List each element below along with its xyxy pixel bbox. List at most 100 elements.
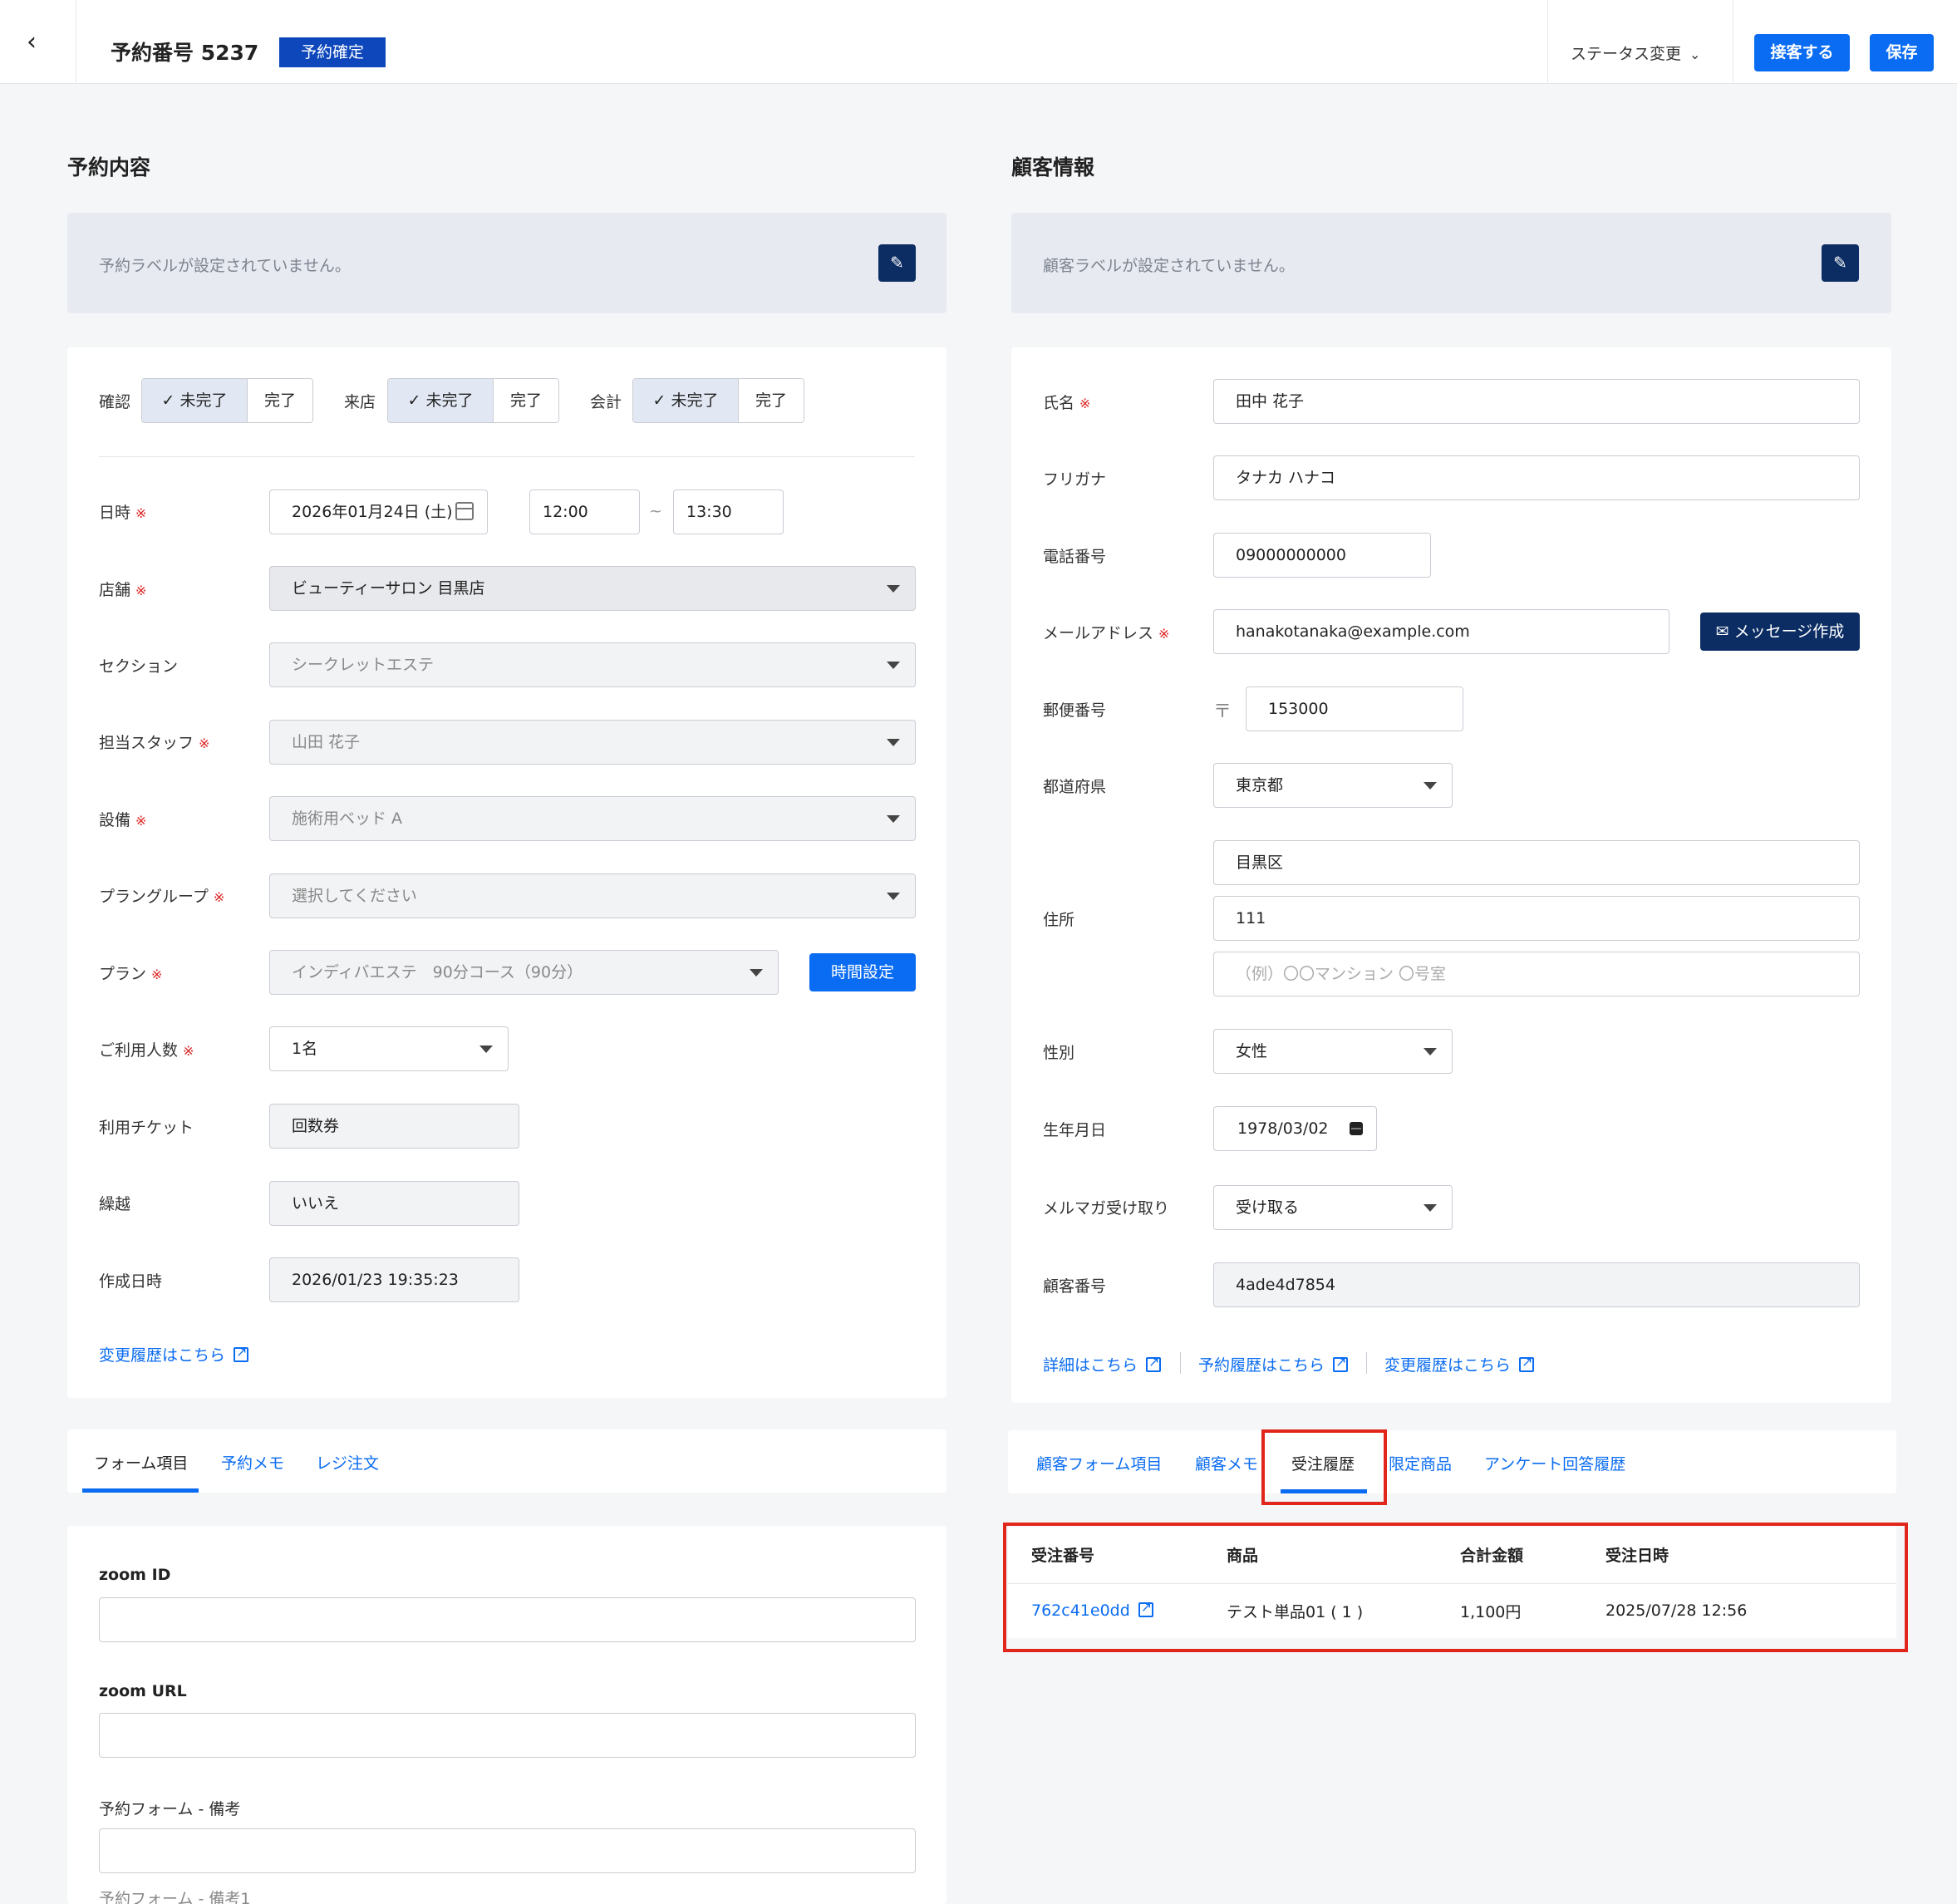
email-input[interactable]: hanakotanaka@example.com — [1213, 609, 1669, 654]
time-setting-button[interactable]: 時間設定 — [809, 953, 916, 991]
plan-group-label: プラングループ ※ — [99, 888, 225, 906]
equipment-select[interactable]: 施術用ベッド A — [269, 796, 916, 841]
reservation-heading: 予約内容 — [67, 155, 151, 180]
confirm-incomplete-option[interactable]: ✓ 未完了 — [142, 379, 248, 422]
carryover-value: いいえ — [269, 1181, 519, 1226]
caret-down-icon — [887, 585, 900, 593]
plan-group-select[interactable]: 選択してください — [269, 873, 916, 918]
zoom-url-label: zoom URL — [99, 1682, 187, 1700]
tab-customer-memo[interactable]: 顧客メモ — [1195, 1452, 1258, 1474]
reservation-label-panel: 予約ラベルが設定されていません。 ✎ — [67, 213, 947, 313]
payment-complete-option[interactable]: 完了 — [739, 379, 804, 422]
ticket-value: 回数券 — [269, 1104, 519, 1149]
phone-input[interactable]: 09000000000 — [1213, 533, 1431, 578]
zoom-id-input[interactable] — [99, 1597, 916, 1642]
reception-button[interactable]: 接客する — [1754, 34, 1850, 71]
edit-reservation-label-button[interactable]: ✎ — [878, 244, 916, 282]
top-header: ‹ 予約番号 5237 予約確定 ステータス変更 ⌄ 接客する 保存 — [0, 0, 1957, 84]
people-select[interactable]: 1名 — [269, 1026, 509, 1071]
section-divider — [99, 456, 915, 457]
visit-complete-option[interactable]: 完了 — [494, 379, 558, 422]
kana-input[interactable]: タナカ ハナコ — [1213, 455, 1860, 500]
change-history-link[interactable]: 変更履歴はこちら — [1384, 1353, 1535, 1375]
required-mark: ※ — [199, 736, 210, 751]
customer-label-empty-text: 顧客ラベルが設定されていません。 — [1043, 257, 1295, 275]
time-range-separator: ~ — [649, 502, 662, 520]
required-mark: ※ — [135, 505, 147, 521]
visit-incomplete-option[interactable]: ✓ 未完了 — [388, 379, 494, 422]
note1-label: 予約フォーム - 備考1 — [99, 1890, 251, 1904]
address1-input[interactable]: 目黒区 — [1213, 840, 1860, 885]
carryover-label: 繰越 — [99, 1195, 131, 1213]
compose-message-button[interactable]: ✉ メッセージ作成 — [1700, 613, 1860, 651]
chevron-down-icon: ⌄ — [1689, 47, 1701, 62]
start-time-input[interactable]: 12:00 — [529, 490, 640, 534]
caret-down-icon — [1423, 1204, 1437, 1212]
birthday-input[interactable]: 1978/03/02 — [1213, 1106, 1377, 1151]
header-divider — [1547, 0, 1548, 84]
tab-limited-products[interactable]: 限定商品 — [1389, 1452, 1452, 1474]
confirm-complete-option[interactable]: 完了 — [248, 379, 312, 422]
plan-select[interactable]: インディバエステ 90分コース（90分） — [269, 950, 779, 995]
customer-card: 氏名 ※ 田中 花子 フリガナ タナカ ハナコ 電話番号 09000000000 … — [1011, 347, 1891, 1403]
tab-form-items[interactable]: フォーム項目 — [94, 1451, 188, 1474]
status-badge: 予約確定 — [279, 37, 386, 67]
caret-down-icon — [750, 969, 763, 977]
link-separator — [1180, 1352, 1181, 1374]
tab-register-order[interactable]: レジ注文 — [316, 1451, 379, 1474]
plan-label: プラン ※ — [99, 965, 163, 983]
required-mark: ※ — [135, 813, 147, 829]
note-label: 予約フォーム - 備考 — [99, 1800, 241, 1818]
active-tab-indicator — [82, 1488, 199, 1493]
created-label: 作成日時 — [99, 1272, 163, 1291]
postal-input[interactable]: 153000 — [1246, 686, 1463, 731]
store-select[interactable]: ビューティーサロン 目黒店 — [269, 566, 916, 611]
highlight-box-tab — [1261, 1429, 1387, 1505]
back-icon[interactable]: ‹ — [27, 30, 50, 55]
tab-customer-form-items[interactable]: 顧客フォーム項目 — [1036, 1452, 1162, 1474]
payment-label: 会計 — [590, 393, 622, 411]
caret-down-icon — [479, 1045, 493, 1053]
link-separator — [1366, 1352, 1367, 1374]
external-link-icon — [1333, 1354, 1349, 1372]
note-input[interactable] — [99, 1828, 916, 1873]
date-input[interactable]: 2026年01月24日 (土) — [269, 490, 488, 534]
form-items-card: zoom ID zoom URL 予約フォーム - 備考 予約フォーム - 備考… — [67, 1526, 947, 1904]
address2-input[interactable]: 111 — [1213, 896, 1860, 941]
equipment-label: 設備 ※ — [99, 811, 147, 829]
kana-label: フリガナ — [1043, 470, 1107, 489]
reservation-history-link[interactable]: 変更履歴はこちら — [99, 1343, 249, 1365]
gender-label: 性別 — [1043, 1044, 1075, 1062]
save-button[interactable]: 保存 — [1870, 34, 1934, 71]
caret-down-icon — [887, 739, 900, 746]
required-mark: ※ — [135, 583, 147, 598]
reservation-history-link[interactable]: 予約履歴はこちら — [1198, 1353, 1349, 1375]
reservation-label-empty-text: 予約ラベルが設定されていません。 — [99, 257, 351, 275]
name-input[interactable]: 田中 花子 — [1213, 379, 1860, 424]
caret-down-icon — [887, 662, 900, 669]
address3-input[interactable]: （例）〇〇マンション 〇号室 — [1213, 952, 1860, 996]
reservation-card: 確認 ✓ 未完了 完了 来店 ✓ 未完了 完了 会計 ✓ 未完了 完了 日時 ※ … — [67, 347, 947, 1398]
caret-down-icon — [887, 893, 900, 900]
staff-label: 担当スタッフ ※ — [99, 734, 210, 752]
calendar-icon — [1350, 1122, 1363, 1135]
tab-reservation-memo[interactable]: 予約メモ — [221, 1451, 284, 1474]
page-title: 予約番号 5237 — [111, 41, 259, 65]
edit-customer-label-button[interactable]: ✎ — [1822, 244, 1859, 282]
gender-select[interactable]: 女性 — [1213, 1029, 1453, 1074]
status-change-dropdown[interactable]: ステータス変更 ⌄ — [1571, 42, 1700, 64]
newsletter-select[interactable]: 受け取る — [1213, 1185, 1453, 1230]
zoom-url-input[interactable] — [99, 1713, 916, 1758]
payment-incomplete-option[interactable]: ✓ 未完了 — [633, 379, 739, 422]
reservation-tabs: フォーム項目 予約メモ レジ注文 — [67, 1429, 947, 1493]
staff-select[interactable]: 山田 花子 — [269, 720, 916, 765]
end-time-input[interactable]: 13:30 — [673, 490, 784, 534]
required-mark: ※ — [151, 967, 163, 982]
prefecture-select[interactable]: 東京都 — [1213, 763, 1453, 808]
section-select[interactable]: シークレットエステ — [269, 642, 916, 687]
caret-down-icon — [887, 815, 900, 823]
pencil-icon: ✎ — [1833, 253, 1847, 273]
tab-survey-history[interactable]: アンケート回答履歴 — [1484, 1452, 1625, 1474]
address-label: 住所 — [1043, 911, 1075, 929]
customer-detail-link[interactable]: 詳細はこちら — [1043, 1353, 1162, 1375]
